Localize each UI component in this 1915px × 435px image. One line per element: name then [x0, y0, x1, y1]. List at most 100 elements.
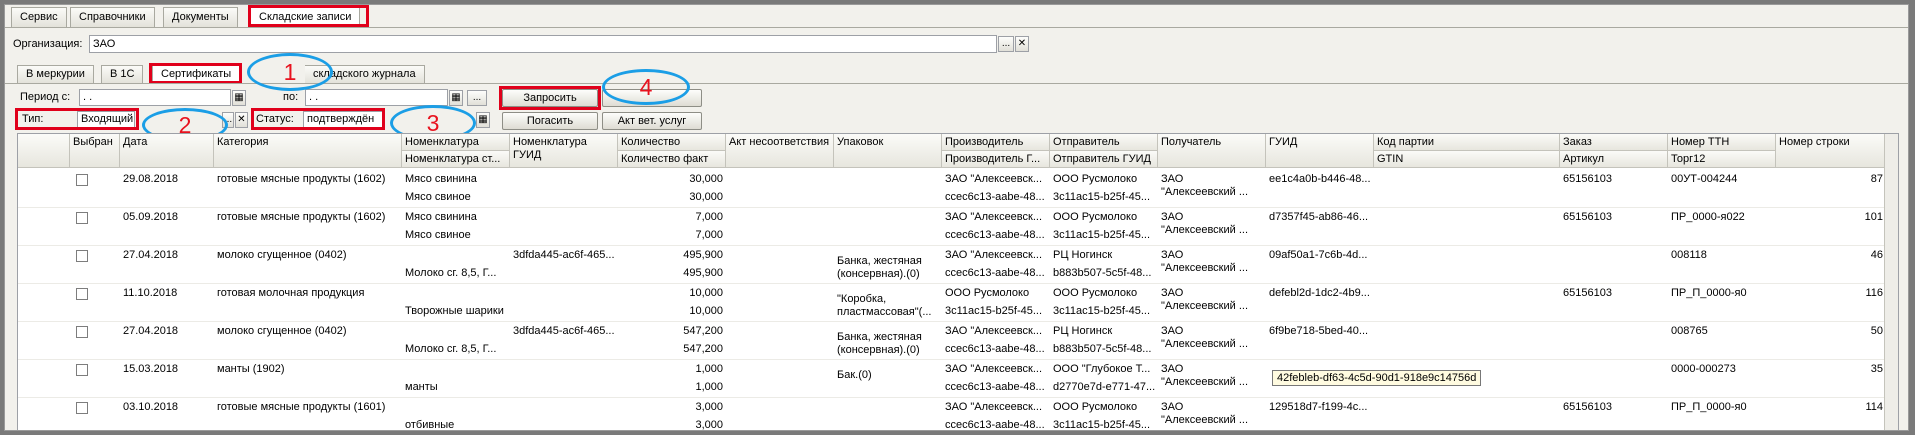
cell-packages: [834, 179, 942, 193]
header-sender[interactable]: Отправитель: [1050, 134, 1158, 151]
header-selected[interactable]: Выбран: [70, 134, 120, 168]
cell-guid: ee1c4a0b-b446-48...: [1269, 173, 1371, 185]
cell-guid: 6f9be718-5bed-40...: [1269, 325, 1369, 337]
table-row[interactable]: 27.04.2018 молоко сгущенное (0402) Молоко …: [18, 246, 1886, 284]
tab-directories[interactable]: Справочники: [70, 7, 155, 27]
header-order[interactable]: Заказ: [1560, 134, 1668, 151]
cell-order: [1560, 325, 1668, 339]
cell-sender-guid: b883b507-5c5f-48...: [1053, 267, 1152, 279]
vet-act-button[interactable]: Акт вет. услуг: [602, 112, 702, 130]
row-checkbox[interactable]: [76, 288, 88, 300]
cell-receiver-2: "Алексеевский ...: [1161, 224, 1248, 236]
header-sender-guid[interactable]: Отправитель ГУИД: [1050, 151, 1158, 168]
cell-quantity-fact: 547,200: [683, 343, 723, 355]
header-receiver[interactable]: Получатель: [1158, 134, 1266, 168]
header-torg12[interactable]: Торг12: [1668, 151, 1776, 168]
cell-nomenclature-std: отбивные: [405, 419, 455, 431]
organization-field[interactable]: ЗАО: [89, 35, 997, 53]
cell-guid: 09af50a1-7c6b-4d...: [1269, 249, 1368, 261]
header-guid[interactable]: ГУИД: [1266, 134, 1374, 168]
period-from-field[interactable]: . .: [79, 89, 231, 106]
table-row[interactable]: 29.08.2018 готовые мясные продукты (1602)…: [18, 170, 1886, 208]
period-to-field[interactable]: . .: [305, 89, 448, 106]
status-label: Статус:: [256, 113, 294, 125]
header-quantity[interactable]: Количество: [618, 134, 726, 151]
status-field[interactable]: подтверждён: [303, 111, 383, 128]
request-button[interactable]: Запросить: [502, 89, 598, 107]
field-value: Входящий: [81, 113, 134, 125]
subtab-mercury[interactable]: В меркурии: [17, 65, 94, 83]
cell-ttn: ПР_0000-я022: [1671, 211, 1745, 223]
header-batch-code[interactable]: Код партии: [1374, 134, 1560, 151]
row-checkbox[interactable]: [76, 174, 88, 186]
header-line-number[interactable]: Номер строки: [1776, 134, 1886, 168]
vertical-scrollbar[interactable]: [1884, 134, 1898, 430]
cell-quantity-fact: 7,000: [695, 229, 723, 241]
cell-nomenclature: Мясо свинина: [405, 211, 477, 223]
tab-label: Складские записи: [259, 11, 352, 23]
header-producer-guid[interactable]: Производитель Г...: [942, 151, 1050, 168]
cell-receiver-2: "Алексеевский ...: [1161, 338, 1248, 350]
status-select-icon[interactable]: ▦: [476, 112, 490, 128]
cell-receiver-2: "Алексеевский ...: [1161, 262, 1248, 274]
tab-documents[interactable]: Документы: [163, 7, 238, 27]
type-clear-icon[interactable]: ✕: [235, 112, 248, 128]
cell-producer: ООО Русмолоко: [945, 287, 1030, 299]
row-checkbox[interactable]: [76, 212, 88, 224]
header-producer[interactable]: Производитель: [942, 134, 1050, 151]
cell-category: манты (1902): [217, 363, 285, 375]
subtab-1c[interactable]: В 1С: [101, 65, 144, 83]
header-nomen-guid[interactable]: Номенклатура ГУИД: [510, 134, 618, 168]
cell-guid: d7357f45-ab86-46...: [1269, 211, 1369, 223]
cell-packages: "Коробка,: [837, 293, 887, 305]
header-article[interactable]: Артикул: [1560, 151, 1668, 168]
header-category[interactable]: Категория: [214, 134, 402, 168]
header-ttn[interactable]: Номер ТТН: [1668, 134, 1776, 151]
cell-nomen-guid: [510, 173, 618, 187]
cell-producer: ЗАО "Алексеевск...: [945, 325, 1043, 337]
cell-receiver: ЗАО: [1161, 173, 1184, 185]
calendar-icon[interactable]: ▦: [232, 90, 246, 106]
row-checkbox[interactable]: [76, 364, 88, 376]
cell-packages-2: [834, 420, 942, 430]
period-select-button[interactable]: ...: [467, 90, 487, 106]
row-checkbox[interactable]: [76, 326, 88, 338]
table-row[interactable]: 15.03.2018 манты (1902) манты 1,000 1,000 Бак…: [18, 360, 1886, 398]
table-row[interactable]: 05.09.2018 готовые мясные продукты (1602)…: [18, 208, 1886, 246]
table-row[interactable]: 11.10.2018 готовая молочная продукция Твор…: [18, 284, 1886, 322]
tab-service[interactable]: Сервис: [11, 7, 67, 27]
cell-quantity-fact: 10,000: [689, 305, 723, 317]
organization-select-button[interactable]: ...: [998, 36, 1014, 52]
cell-nomenclature: [402, 287, 510, 301]
row-checkbox[interactable]: [76, 402, 88, 414]
cell-date: 27.04.2018: [123, 325, 179, 337]
cell-nomenclature-std: манты: [405, 381, 438, 393]
type-field[interactable]: Входящий: [77, 111, 135, 128]
header-date[interactable]: Дата: [120, 134, 214, 168]
cell-order: 65156103: [1563, 211, 1612, 223]
header-act[interactable]: Акт несоответствия: [726, 134, 834, 168]
header-gtin[interactable]: GTIN: [1374, 151, 1560, 168]
table-row[interactable]: 03.10.2018 готовые мясные продукты (1601)…: [18, 398, 1886, 431]
cell-sender: ООО Русмолоко: [1053, 401, 1138, 413]
tab-label: Сервис: [20, 11, 58, 23]
tab-label: В меркурии: [26, 68, 85, 80]
cell-line-number: 87: [1870, 173, 1883, 185]
organization-clear-icon[interactable]: ✕: [1015, 36, 1029, 52]
cell-quantity: 3,000: [695, 401, 723, 413]
header-nomenclature[interactable]: Номенклатура: [402, 134, 510, 151]
header-quantity-fact[interactable]: Количество факт: [618, 151, 726, 168]
tab-warehouse-records[interactable]: Складские записи: [250, 7, 361, 27]
subtab-certificates[interactable]: Сертификаты: [152, 65, 241, 83]
cell-quantity: 10,000: [689, 287, 723, 299]
calendar-icon[interactable]: ▦: [449, 90, 463, 106]
row-checkbox[interactable]: [76, 250, 88, 262]
cell-packages: Банка, жестяная: [837, 255, 922, 267]
cell-quantity: 7,000: [695, 211, 723, 223]
header-packages[interactable]: Упаковок: [834, 134, 942, 168]
cell-quantity: 30,000: [689, 173, 723, 185]
table-row[interactable]: 27.04.2018 молоко сгущенное (0402) Молоко …: [18, 322, 1886, 360]
header-nomen-std[interactable]: Номенклатура ст...: [402, 151, 510, 168]
repay-button[interactable]: Погасить: [502, 112, 598, 130]
guid-tooltip: 42febleb-df63-4c5d-90d1-918e9c14756d: [1272, 370, 1482, 386]
